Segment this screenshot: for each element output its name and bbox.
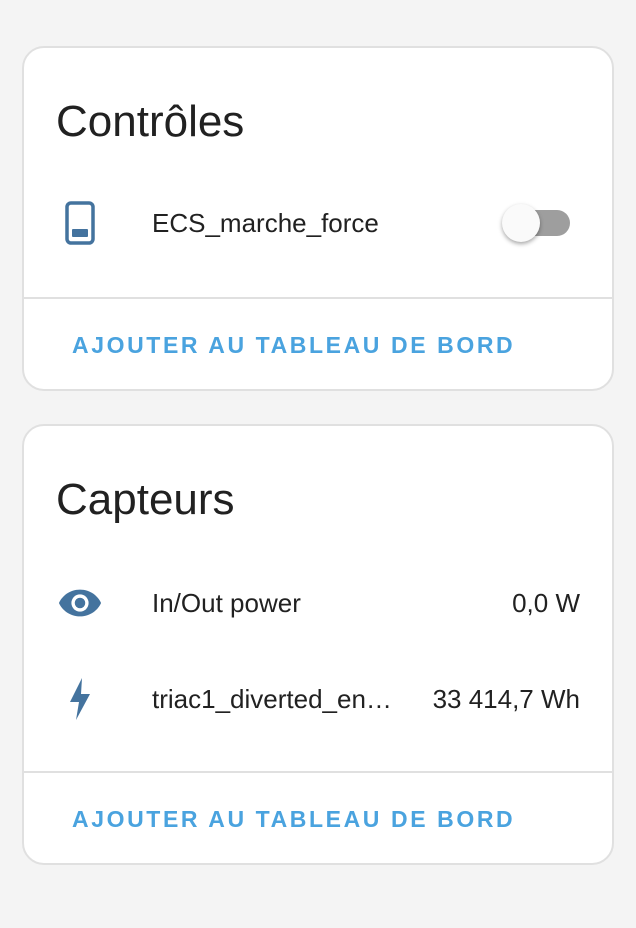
- flash-icon: [58, 677, 102, 721]
- cellphone-icon: [58, 201, 102, 245]
- sensors-card: Capteurs In/Out power 0,0 W triac1_diver…: [22, 424, 614, 865]
- sensor-row-in-out-power[interactable]: In/Out power 0,0 W: [24, 573, 612, 633]
- sensor-label: In/Out power: [152, 587, 301, 618]
- sensors-title: Capteurs: [56, 475, 235, 524]
- ecs-marche-force-toggle[interactable]: [502, 204, 570, 242]
- controls-divider: [24, 297, 612, 299]
- sensors-divider: [24, 771, 612, 773]
- sensor-row-triac1-diverted-energy[interactable]: triac1_diverted_en… 33 414,7 Wh: [24, 669, 612, 729]
- sensor-value: 0,0 W: [512, 587, 580, 618]
- sensor-label: triac1_diverted_en…: [152, 683, 392, 714]
- toggle-thumb: [502, 204, 540, 242]
- eye-icon: [58, 581, 102, 625]
- control-label: ECS_marche_force: [152, 207, 379, 238]
- controls-title: Contrôles: [56, 97, 245, 146]
- sensors-add-to-dashboard-button[interactable]: AJOUTER AU TABLEAU DE BORD: [72, 806, 515, 833]
- control-row-ecs-marche-force[interactable]: ECS_marche_force: [24, 193, 612, 253]
- controls-card: Contrôles ECS_marche_force AJOUTER AU TA…: [22, 46, 614, 391]
- controls-add-to-dashboard-button[interactable]: AJOUTER AU TABLEAU DE BORD: [72, 332, 515, 359]
- sensor-value: 33 414,7 Wh: [432, 683, 580, 714]
